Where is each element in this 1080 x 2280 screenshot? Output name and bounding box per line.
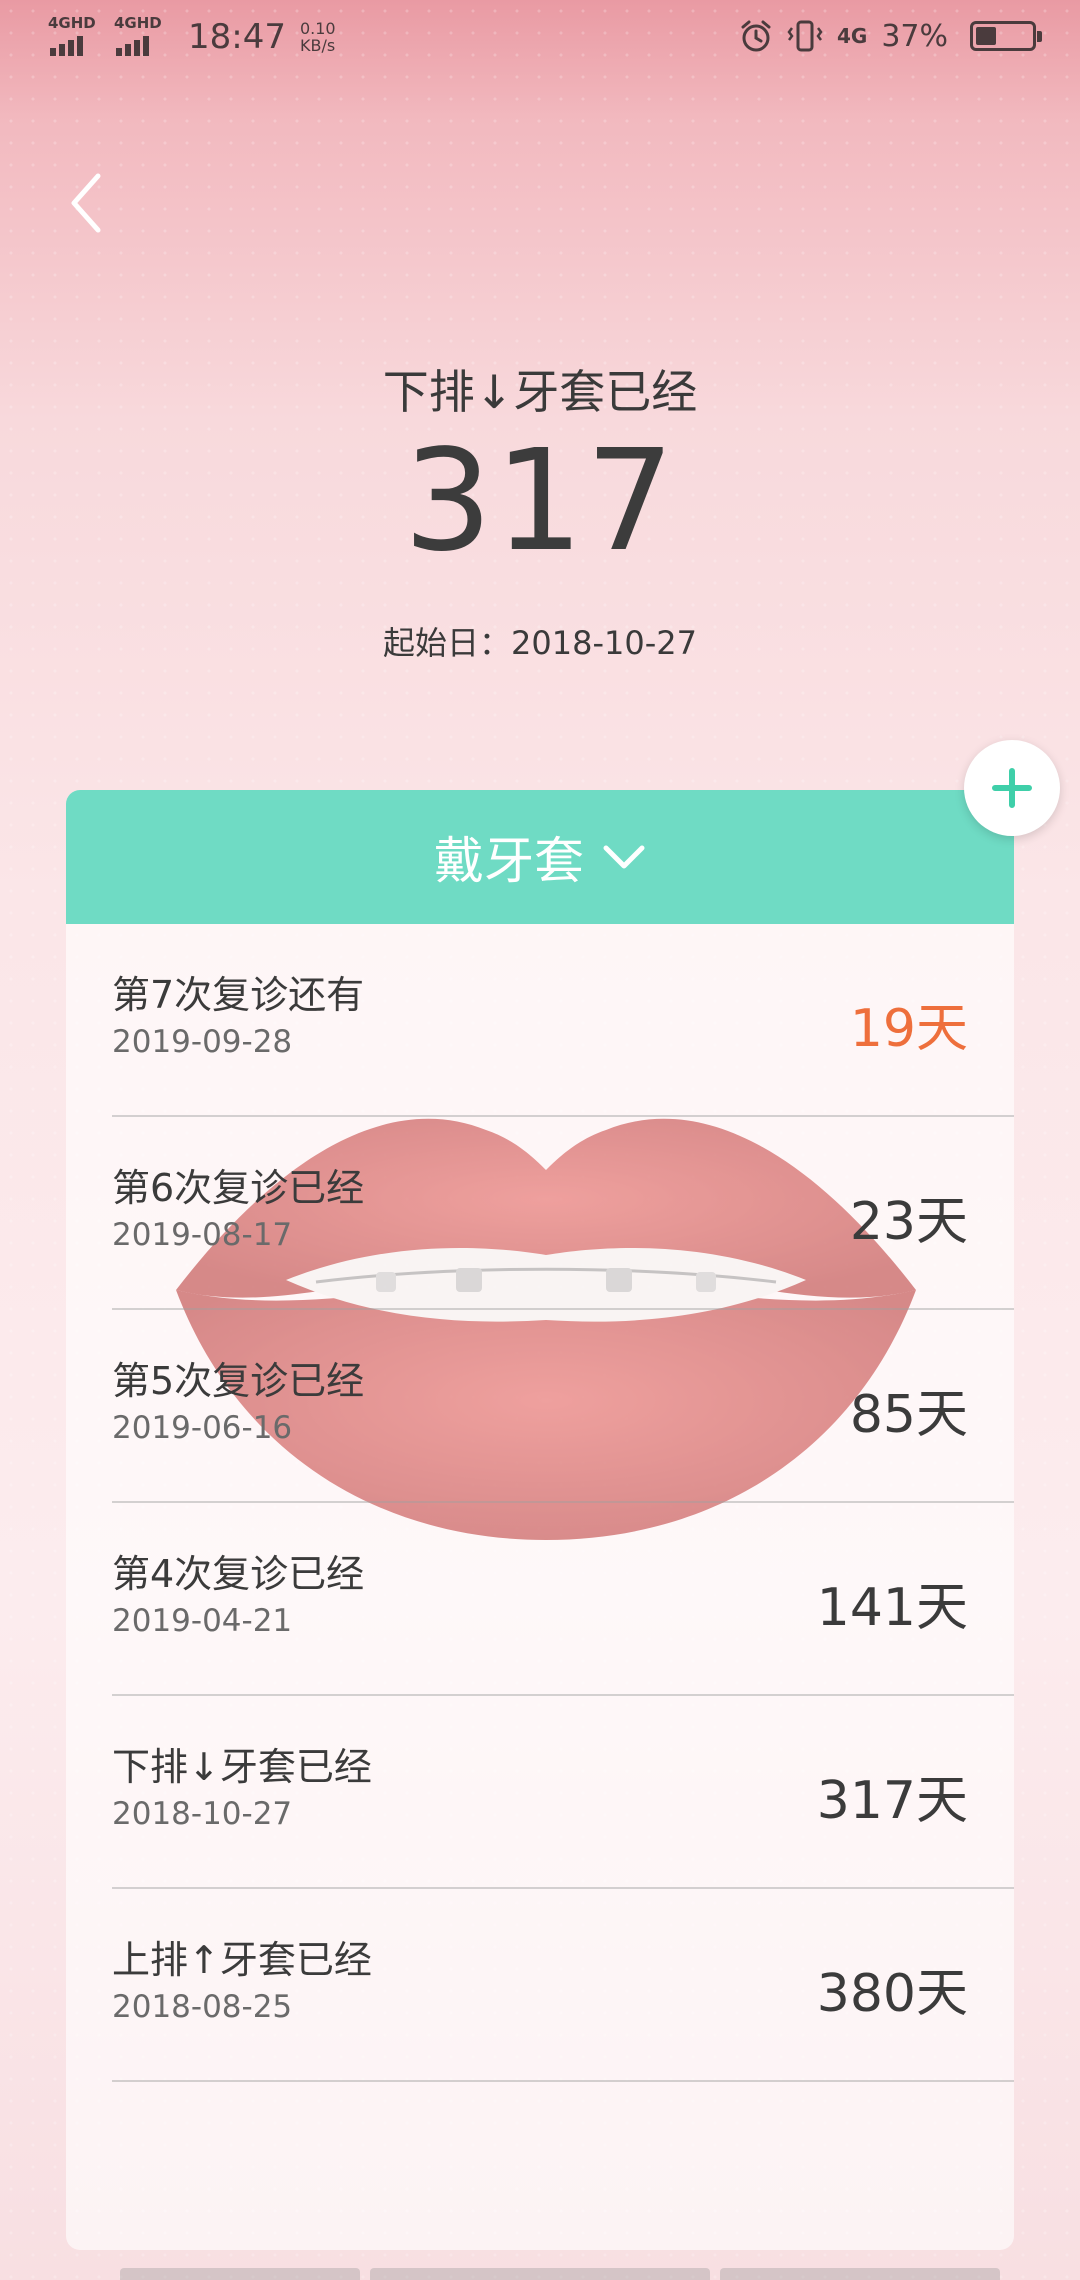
records-list: 第7次复诊还有 2019-09-28 19天 第6次复诊已经 2019-08-1… [66,924,1014,2082]
alarm-icon [741,20,771,52]
network-speed-unit: KB/s [299,36,336,55]
item-title: 第7次复诊还有 [112,973,365,1017]
item-days: 19天 [849,999,968,1059]
item-title: 第5次复诊已经 [112,1359,365,1403]
list-item[interactable]: 第5次复诊已经 2019-06-16 85天 [112,1310,1014,1503]
item-date: 2018-08-25 [112,1989,293,2025]
list-item[interactable]: 第7次复诊还有 2019-09-28 19天 [112,924,1014,1117]
list-item[interactable]: 第6次复诊已经 2019-08-17 23天 [112,1117,1014,1310]
battery-fill [976,27,996,45]
vibrate-icon [787,20,823,52]
battery-percent: 37% [881,18,948,54]
start-date: 起始日：2018-10-27 [383,624,697,662]
item-date: 2019-04-21 [112,1603,293,1639]
item-days: 141天 [816,1578,968,1638]
bottom-tab-peek[interactable] [370,2268,710,2280]
list-item[interactable]: 第4次复诊已经 2019-04-21 141天 [112,1503,1014,1696]
signal-sim1-icon: 4GHD [48,14,104,60]
back-button[interactable] [62,168,112,238]
clock: 18:47 [188,17,286,57]
category-title: 戴牙套 [434,832,584,890]
item-days: 380天 [816,1964,968,2024]
item-date: 2019-08-17 [112,1217,293,1253]
bottom-tab-peek[interactable] [120,2268,360,2280]
list-item[interactable]: 下排↓牙套已经 2018-10-27 317天 [112,1696,1014,1889]
bottom-tab-peek[interactable] [720,2268,1000,2280]
day-count: 317 [403,420,677,583]
add-button[interactable] [964,740,1060,836]
chevron-down-icon [603,845,645,869]
sim1-label: 4GHD [48,14,96,32]
item-title: 第6次复诊已经 [112,1166,365,1210]
sim2-label: 4GHD [114,14,162,32]
item-title: 下排↓牙套已经 [112,1745,372,1789]
status-bar: 4GHD 4GHD 18:47 0.10 KB/s 4G 37% [0,0,1080,80]
network-speed: 0.10 KB/s [300,20,336,54]
category-selector[interactable]: 戴牙套 [66,790,1014,924]
page-headline: 下排↓牙套已经 [382,365,698,419]
signal-sim2-icon: 4GHD [114,14,170,60]
status-bar-left: 4GHD 4GHD 18:47 0.10 KB/s [48,14,336,60]
network-speed-value: 0.10 [299,19,336,38]
item-title: 第4次复诊已经 [112,1552,365,1596]
item-date: 2019-09-28 [112,1024,293,1060]
back-arrow-icon [71,173,101,233]
item-date: 2018-10-27 [112,1796,293,1832]
records-card: 戴牙套 第7次复诊还有 2019-09-28 19天 第6次复诊已经 2019-… [66,790,1014,2250]
battery-icon [970,21,1042,51]
status-bar-right: 4G 37% [739,18,1042,54]
list-item[interactable]: 上排↑牙套已经 2018-08-25 380天 [112,1889,1014,2082]
item-days: 317天 [816,1771,968,1831]
item-days: 85天 [849,1385,968,1445]
bottom-tab-strip [120,2268,1020,2280]
item-date: 2019-06-16 [112,1410,293,1446]
plus-icon [992,768,1032,808]
item-days: 23天 [849,1192,968,1252]
item-title: 上排↑牙套已经 [112,1938,372,1982]
network-type-label: 4G [836,24,868,48]
